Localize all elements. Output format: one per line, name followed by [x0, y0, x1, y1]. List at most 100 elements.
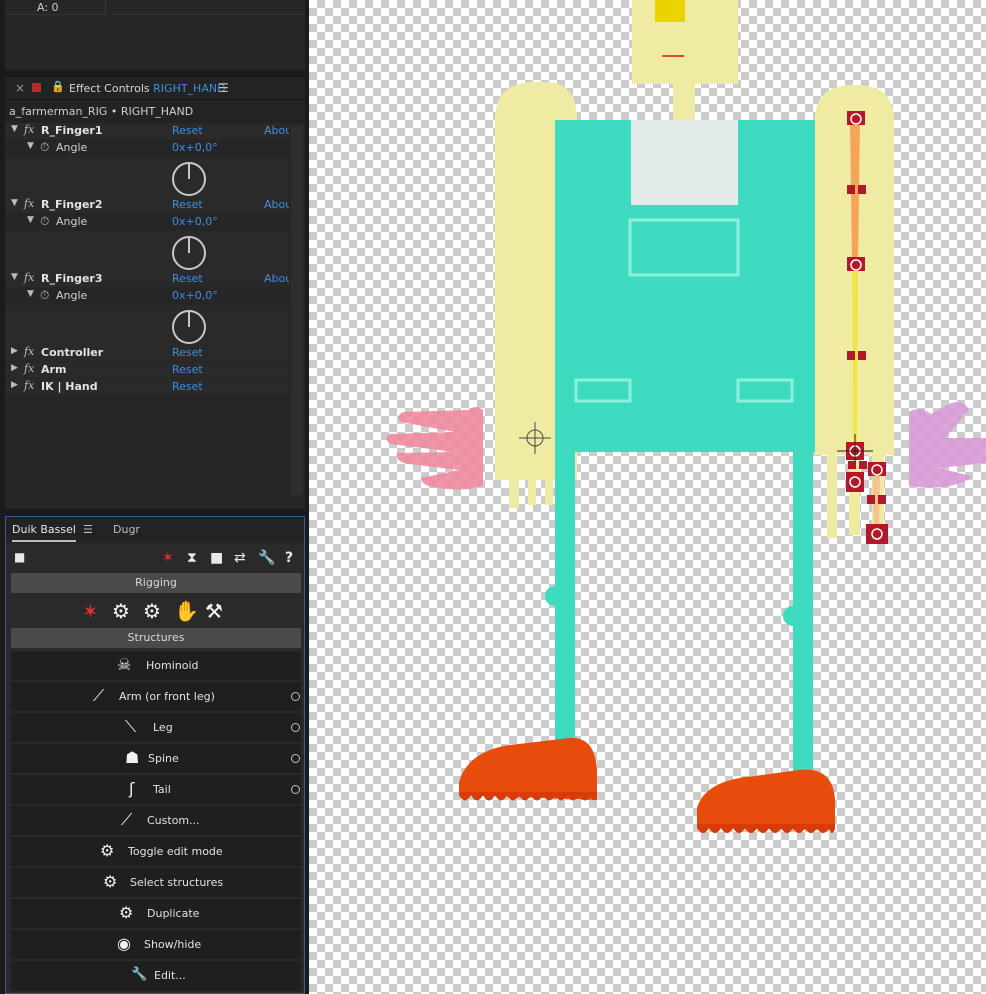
help-icon[interactable]: ?	[285, 550, 293, 566]
effect-row-ik-hand[interactable]: ▶ fx IK | Hand Reset	[5, 379, 289, 395]
options-radio-icon[interactable]	[291, 785, 300, 794]
rigging-mode-icon[interactable]: ✶	[162, 550, 174, 566]
options-radio-icon[interactable]	[291, 723, 300, 732]
angle-dial[interactable]	[172, 162, 206, 196]
expand-triangle-icon[interactable]: ▼	[27, 215, 34, 225]
arm-icon: ⟋	[93, 686, 105, 705]
bone-handle-shoulder[interactable]	[847, 111, 865, 125]
effect-row-r-finger3[interactable]: ▼ fx R_Finger3 Reset About...	[5, 271, 289, 287]
effect-row-r-finger2[interactable]: ▼ fx R_Finger2 Reset About...	[5, 197, 289, 213]
duik-tabbar: Duik Bassel ☰ Dugr	[6, 517, 304, 543]
fx-toggle-icon[interactable]: fx	[24, 123, 34, 136]
expand-triangle-icon[interactable]: ▼	[11, 124, 18, 134]
angle-value[interactable]: 0x+0,0°	[172, 289, 218, 302]
structures-tool-icon[interactable]: ✶	[82, 599, 99, 623]
reset-link[interactable]: Reset	[172, 346, 203, 359]
custom-button[interactable]: ⟋ Custom...	[11, 806, 301, 835]
close-tab-icon[interactable]: ×	[15, 81, 25, 95]
panel-color-label[interactable]	[32, 83, 41, 92]
duplicate-button[interactable]: ⚙ Duplicate	[11, 899, 301, 928]
shirt-collar	[631, 120, 738, 205]
collapsed-triangle-icon[interactable]: ▶	[11, 363, 18, 373]
angle-value[interactable]: 0x+0,0°	[172, 215, 218, 228]
fx-toggle-icon[interactable]: fx	[24, 271, 34, 284]
character-neck	[673, 84, 695, 124]
param-name: Angle	[56, 141, 88, 154]
bone-handle-hand[interactable]	[846, 472, 864, 492]
notes-icon[interactable]: ■	[14, 550, 25, 564]
toggle-edit-icon: ⚙	[100, 841, 115, 860]
character-nose	[655, 0, 685, 22]
effect-row-arm[interactable]: ▶ fx Arm Reset	[5, 362, 289, 378]
about-link[interactable]: About...	[264, 272, 289, 285]
reset-link[interactable]: Reset	[172, 363, 203, 376]
section-header-structures: Structures	[11, 628, 301, 648]
bone-handle-finger-base[interactable]	[868, 462, 886, 476]
effect-controls-tab[interactable]: Effect Controls RIGHT_HAND	[69, 82, 226, 95]
collapsed-triangle-icon[interactable]: ▶	[11, 380, 18, 390]
angle-dial[interactable]	[172, 310, 206, 344]
right-knee	[783, 606, 803, 626]
stopwatch-icon[interactable]: ⏱	[40, 140, 49, 155]
right-shoe-sole	[697, 824, 835, 833]
expand-triangle-icon[interactable]: ▼	[27, 289, 34, 299]
toggle-edit-mode-button[interactable]: ⚙ Toggle edit mode	[11, 837, 301, 866]
fx-toggle-icon[interactable]: fx	[24, 362, 34, 375]
stopwatch-icon[interactable]: ⏱	[40, 288, 49, 303]
links-constraints-icon[interactable]: ⚙	[112, 599, 130, 623]
show-hide-button[interactable]: ◉ Show/hide	[11, 930, 301, 959]
expand-triangle-icon[interactable]: ▼	[11, 272, 18, 282]
angle-param-row: ▼ ⏱ Angle 0x+0,0°	[5, 140, 289, 156]
select-structures-button[interactable]: ⚙ Select structures	[11, 868, 301, 897]
tools-mode-icon[interactable]: 🔧	[258, 550, 275, 566]
button-label: Select structures	[130, 876, 224, 889]
effect-controls-scrollbar[interactable]	[291, 125, 303, 495]
reset-link[interactable]: Reset	[172, 124, 203, 137]
panel-menu-icon[interactable]: ☰	[83, 523, 93, 536]
reset-link[interactable]: Reset	[172, 272, 203, 285]
expand-triangle-icon[interactable]: ▼	[11, 198, 18, 208]
about-link[interactable]: About...	[264, 198, 289, 211]
options-radio-icon[interactable]	[291, 754, 300, 763]
panel-menu-icon[interactable]: ☰	[218, 81, 229, 95]
about-link[interactable]: About...	[264, 124, 289, 137]
bone-handle-elbow[interactable]	[847, 257, 865, 271]
options-radio-icon[interactable]	[291, 692, 300, 701]
divider	[5, 14, 305, 15]
spine-button[interactable]: ☗ Spine	[11, 744, 301, 773]
composition-viewer[interactable]	[309, 0, 986, 994]
automation-icon[interactable]: ⚙	[143, 599, 161, 623]
hand-tool-icon[interactable]: ✋	[174, 599, 199, 623]
angle-dial-area	[5, 157, 289, 201]
angle-value[interactable]: 0x+0,0°	[172, 141, 218, 154]
reset-link[interactable]: Reset	[172, 198, 203, 211]
effect-row-r-finger1[interactable]: ▼ fx R_Finger1 Reset About...	[5, 123, 289, 139]
fx-toggle-icon[interactable]: fx	[24, 379, 34, 392]
stopwatch-icon[interactable]: ⏱	[40, 214, 49, 229]
collapsed-triangle-icon[interactable]: ▶	[11, 346, 18, 356]
reset-link[interactable]: Reset	[172, 380, 203, 393]
arm-button[interactable]: ⟋ Arm (or front leg)	[11, 682, 301, 711]
lock-icon[interactable]: 🔒	[51, 80, 65, 93]
tab-duik-bassel[interactable]: Duik Bassel	[12, 523, 76, 542]
io-mode-icon[interactable]: ⇄	[234, 550, 246, 566]
angle-dial[interactable]	[172, 236, 206, 270]
tab-dugr[interactable]: Dugr	[113, 523, 140, 536]
tail-button[interactable]: ʃ Tail	[11, 775, 301, 804]
effect-row-controller[interactable]: ▶ fx Controller Reset	[5, 345, 289, 361]
fx-toggle-icon[interactable]: fx	[24, 197, 34, 210]
edit-button[interactable]: 🔧 Edit...	[11, 961, 301, 991]
tools-icon[interactable]: ⚒	[205, 599, 223, 623]
hominoid-button[interactable]: ☠ Hominoid	[11, 651, 301, 680]
bone-handle-finger-tip[interactable]	[866, 524, 888, 544]
section-header-rigging: Rigging	[11, 573, 301, 593]
camera-mode-icon[interactable]: ■	[210, 550, 223, 566]
fx-toggle-icon[interactable]: fx	[24, 345, 34, 358]
effect-controls-layer: RIGHT_HAND	[153, 82, 226, 95]
character-artwork	[386, 0, 986, 833]
expand-triangle-icon[interactable]: ▼	[27, 141, 34, 151]
animation-mode-icon[interactable]: ⧗	[187, 550, 197, 566]
angle-param-row: ▼ ⏱ Angle 0x+0,0°	[5, 288, 289, 304]
leg-button[interactable]: ⟍ Leg	[11, 713, 301, 742]
effect-controls-layer-path: a_farmerman_RIG • RIGHT_HAND	[9, 105, 194, 118]
